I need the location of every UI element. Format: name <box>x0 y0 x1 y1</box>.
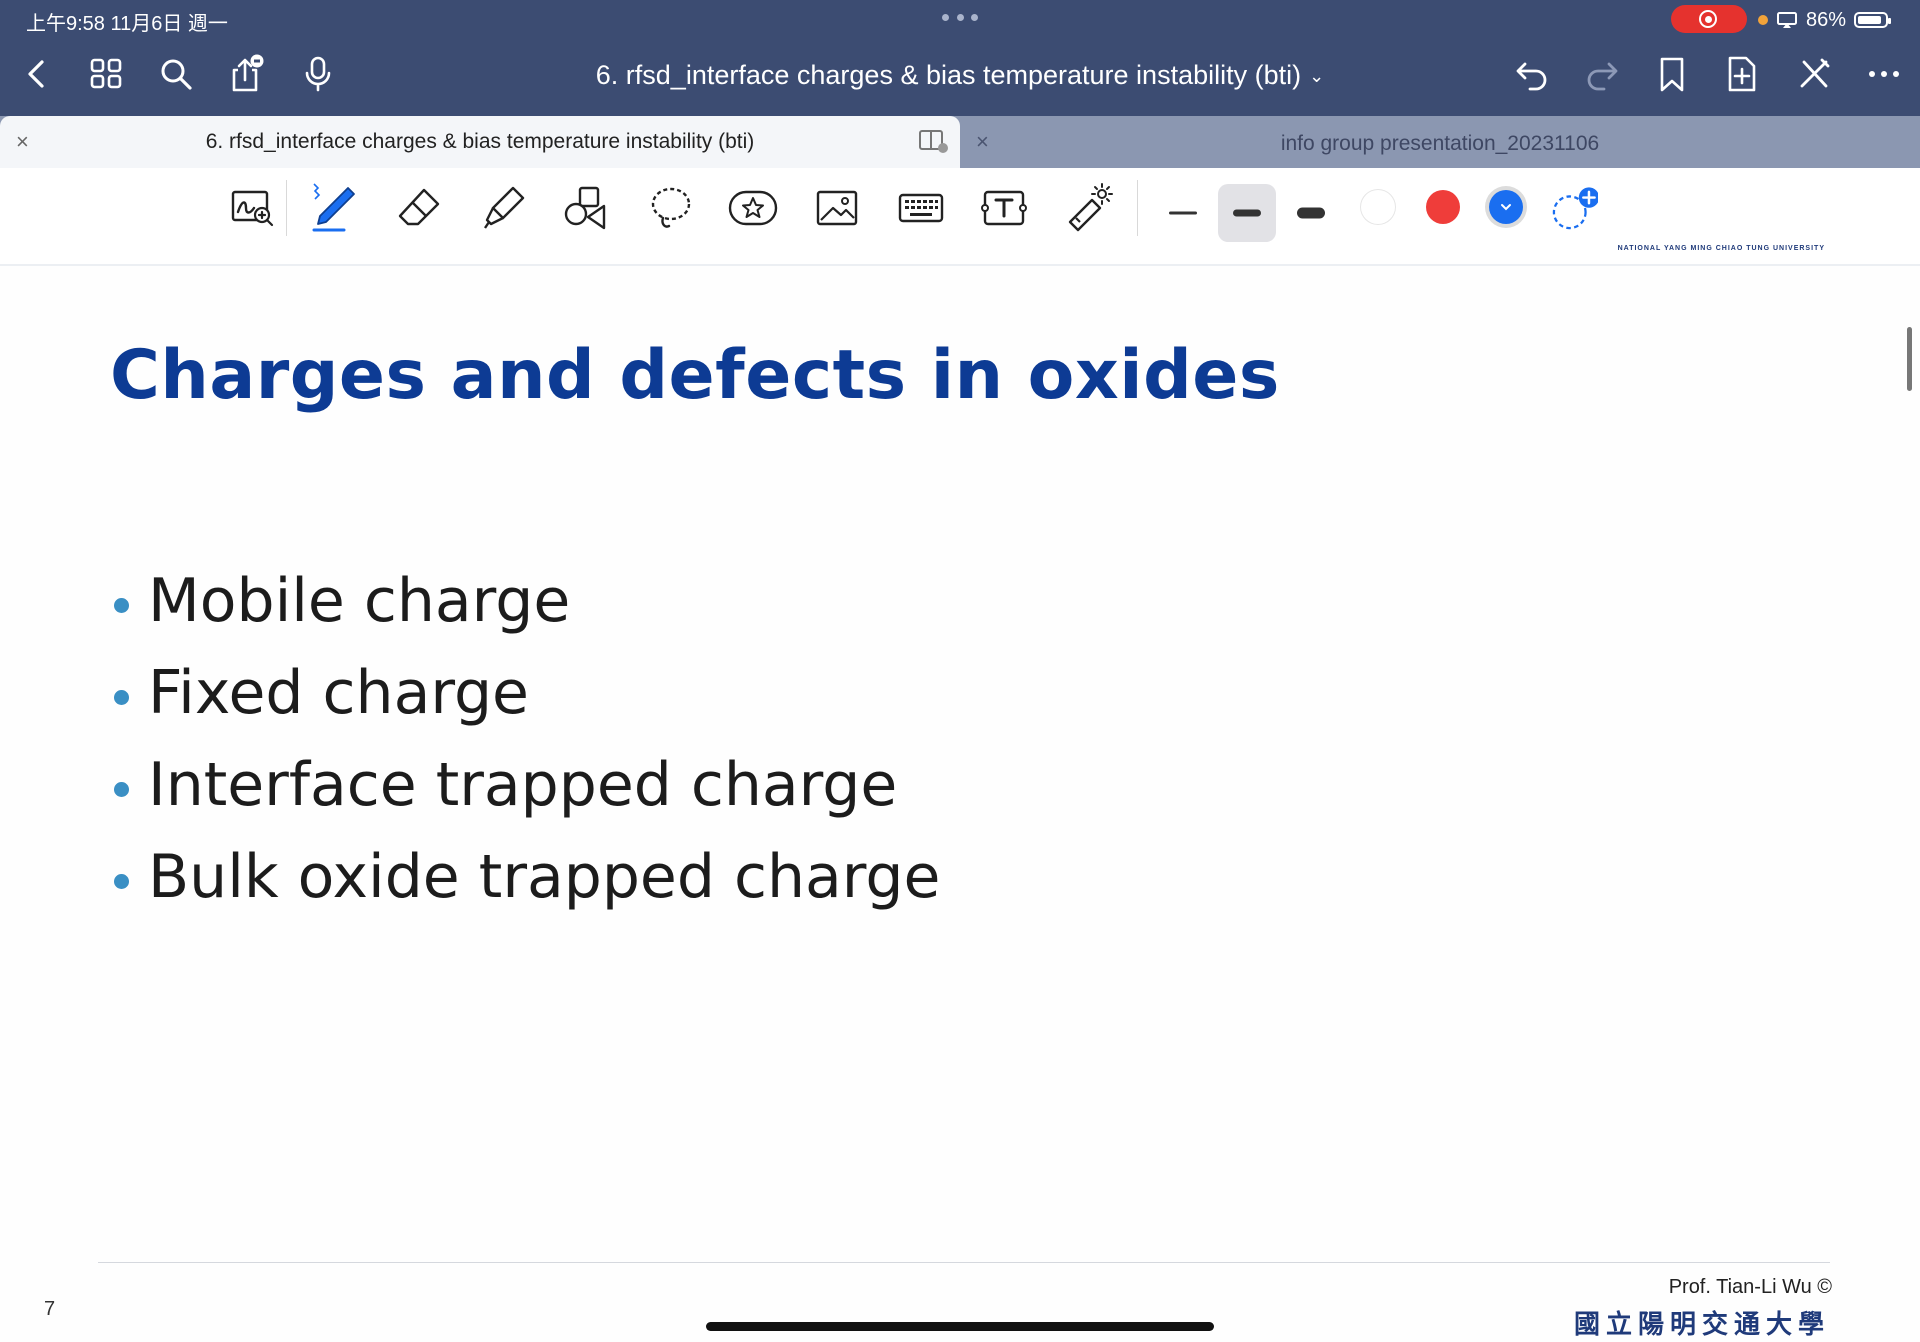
scroll-indicator[interactable] <box>1907 327 1912 391</box>
top-navigation-bar: 上午9:58 11月6日 週一 86% 6. rfsd_interface ch… <box>0 0 1920 120</box>
record-icon <box>1699 10 1717 28</box>
keyboard-icon[interactable] <box>895 182 947 234</box>
more-options-icon[interactable] <box>1864 54 1904 94</box>
shapes-icon[interactable] <box>560 182 612 234</box>
close-editing-icon[interactable] <box>1794 54 1834 94</box>
chevron-down-icon: ⌄ <box>1309 66 1325 87</box>
pen-icon[interactable] <box>308 182 360 234</box>
microphone-in-use-dot-icon <box>1758 15 1768 25</box>
slide-title: Charges and defects in oxides <box>110 336 1280 415</box>
bullet-dot-icon <box>114 782 129 797</box>
university-logo-text: 國立陽明交通大學 <box>1573 1310 1830 1340</box>
color-red-swatch[interactable] <box>1426 190 1460 224</box>
bullet-text: Mobile charge <box>148 566 571 636</box>
zoom-handwriting-icon[interactable] <box>226 182 278 234</box>
slide-page[interactable]: Charges and defects in oxides Mobile cha… <box>0 266 1920 1342</box>
document-tabs: × 6. rfsd_interface charges & bias tempe… <box>0 116 1920 168</box>
add-color-icon[interactable] <box>1546 184 1600 230</box>
back-chevron-icon[interactable] <box>18 54 58 94</box>
eraser-icon[interactable] <box>394 182 446 234</box>
tab-info-group-presentation[interactable]: × info group presentation_20231106 <box>960 116 1920 168</box>
page-number: 7 <box>44 1298 56 1320</box>
document-title-dropdown[interactable]: 6. rfsd_interface charges & bias tempera… <box>440 60 1480 91</box>
screen-mirroring-icon <box>1777 12 1797 28</box>
stroke-thick-button[interactable] <box>1282 184 1340 242</box>
stroke-medium-button[interactable] <box>1218 184 1276 242</box>
chevron-down-icon <box>1501 204 1511 211</box>
annotation-toolbar <box>0 168 1920 247</box>
microphone-icon[interactable] <box>298 54 338 94</box>
lasso-icon[interactable] <box>645 182 697 234</box>
color-blue-swatch-selected[interactable] <box>1489 190 1523 224</box>
bullet-text: Bulk oxide trapped charge <box>148 842 941 912</box>
footer-divider <box>98 1262 1830 1263</box>
university-name-header: NATIONAL YANG MING CHIAO TUNG UNIVERSITY <box>1617 245 1825 252</box>
tab-label: info group presentation_20231106 <box>1280 132 1600 155</box>
tab-active-document[interactable]: × 6. rfsd_interface charges & bias tempe… <box>0 116 960 168</box>
bullet-dot-icon <box>114 690 129 705</box>
multitasking-dots-icon[interactable] <box>942 14 978 22</box>
author-credit: Prof. Tian-Li Wu © <box>1668 1276 1832 1298</box>
bullet-dot-icon <box>114 874 129 889</box>
highlighter-icon[interactable] <box>477 182 529 234</box>
laser-pointer-icon[interactable] <box>1062 182 1114 234</box>
color-white-swatch[interactable] <box>1361 190 1395 224</box>
stroke-thin-button[interactable] <box>1154 184 1212 242</box>
battery-percent: 86% <box>1806 8 1847 31</box>
text-box-icon[interactable] <box>978 182 1030 234</box>
image-icon[interactable] <box>811 182 863 234</box>
status-indicators: 86% <box>1758 7 1892 33</box>
close-tab-icon[interactable]: × <box>16 129 29 155</box>
share-icon[interactable] <box>226 54 266 94</box>
bullet-dot-icon <box>114 598 129 613</box>
toolbar-divider <box>1137 180 1138 236</box>
thumbnails-grid-icon[interactable] <box>87 54 127 94</box>
document-title: 6. rfsd_interface charges & bias tempera… <box>595 60 1302 90</box>
redo-icon[interactable] <box>1582 54 1622 94</box>
toolbar-divider <box>286 180 287 236</box>
bullet-text: Interface trapped charge <box>148 750 898 820</box>
add-page-icon[interactable] <box>1722 54 1762 94</box>
screen-recording-indicator[interactable] <box>1671 5 1747 33</box>
bookmark-icon[interactable] <box>1652 54 1692 94</box>
stickers-icon[interactable] <box>727 182 779 234</box>
split-view-icon[interactable] <box>918 128 948 154</box>
bullet-text: Fixed charge <box>148 658 529 728</box>
tab-label: 6. rfsd_interface charges & bias tempera… <box>205 130 755 153</box>
close-tab-icon[interactable]: × <box>976 129 989 155</box>
home-indicator[interactable] <box>706 1322 1214 1331</box>
search-icon[interactable] <box>156 54 196 94</box>
battery-icon <box>1854 12 1892 28</box>
status-time: 上午9:58 11月6日 週一 <box>26 13 228 35</box>
undo-icon[interactable] <box>1512 54 1552 94</box>
